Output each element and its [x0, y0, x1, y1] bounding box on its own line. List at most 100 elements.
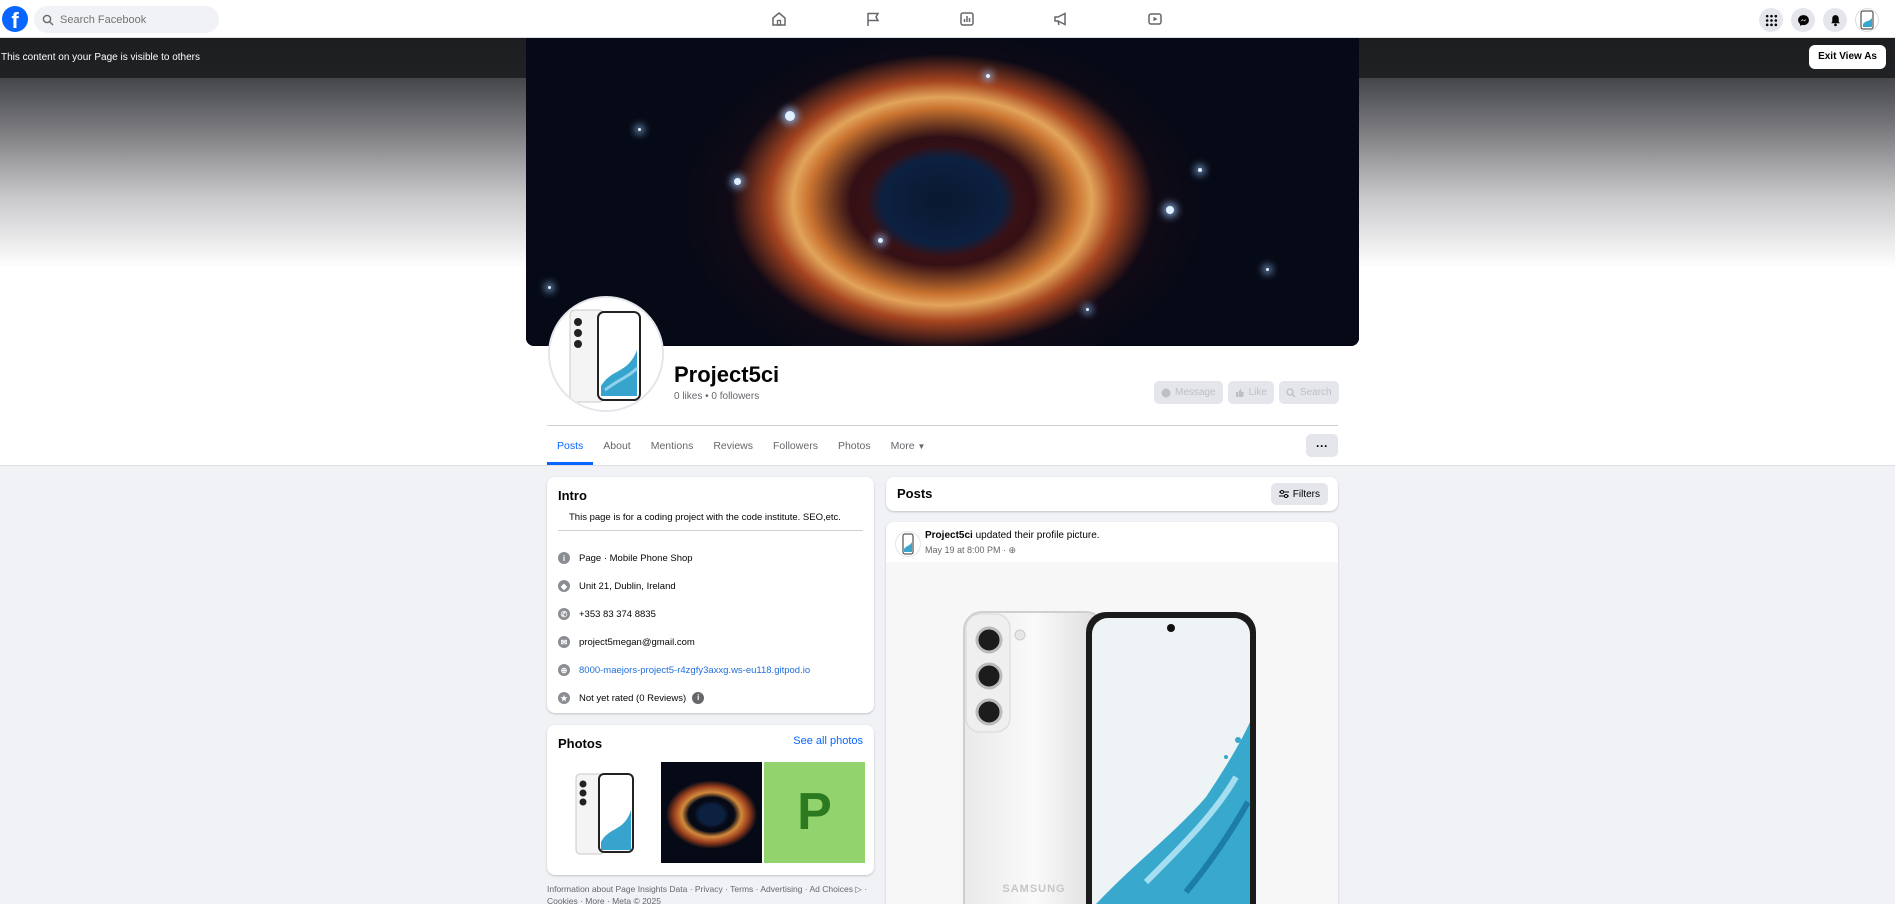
filters-label: Filters	[1292, 488, 1320, 500]
page-title: Project5ci	[674, 362, 780, 387]
nebula-star	[1266, 268, 1269, 271]
post-meta: May 19 at 8:00 PM · ⊕	[925, 545, 1016, 556]
intro-website-row: ⊕ 8000-maejors-project5-r4zgfy3axxg.ws-e…	[558, 664, 810, 676]
bell-icon[interactable]	[1823, 8, 1847, 32]
phone-icon: ✆	[558, 608, 570, 620]
post-author-avatar[interactable]	[895, 531, 921, 557]
tab-reviews[interactable]: Reviews	[703, 431, 763, 465]
intro-card: Intro This page is for a coding project …	[547, 477, 874, 713]
filters-button[interactable]: Filters	[1270, 483, 1328, 505]
search-icon	[42, 14, 54, 25]
star-icon: ★	[558, 692, 570, 704]
page-tabs: Posts About Mentions Reviews Followers P…	[547, 431, 935, 465]
globe-icon: ⊕	[1008, 545, 1017, 555]
search-icon	[1286, 387, 1296, 397]
intro-rating: Not yet rated (0 Reviews)	[579, 692, 687, 704]
search-button-label: Search	[1299, 387, 1332, 398]
nebula-star	[1166, 206, 1174, 214]
view-as-message: This content on your Page is visible to …	[1, 52, 200, 63]
location-icon: ◆	[558, 580, 570, 592]
tab-mentions[interactable]: Mentions	[641, 431, 704, 465]
sliders-icon	[1278, 490, 1289, 498]
phone-product-image	[569, 309, 641, 403]
top-navigation-bar: f	[0, 0, 1895, 38]
search-input[interactable]	[60, 13, 210, 26]
flag-icon[interactable]	[834, 8, 912, 30]
cover-photo[interactable]	[526, 38, 1359, 346]
rating-info-icon[interactable]: i	[692, 692, 705, 704]
nebula-star	[548, 286, 551, 289]
page-stats: 0 likes • 0 followers	[674, 391, 760, 402]
intro-title: Intro	[558, 488, 587, 503]
video-icon[interactable]	[1116, 8, 1194, 30]
search-box[interactable]	[34, 6, 219, 33]
intro-address-row: ◆ Unit 21, Dublin, Ireland	[558, 580, 676, 592]
home-icon[interactable]	[740, 8, 818, 30]
like-button-label: Like	[1248, 387, 1267, 398]
nebula-star	[1086, 308, 1089, 311]
post-timestamp[interactable]: May 19 at 8:00 PM ·	[925, 545, 1009, 555]
tab-more-label: More	[890, 440, 915, 452]
intro-email: project5megan@gmail.com	[579, 636, 695, 648]
nebula-star	[638, 128, 641, 131]
intro-website-link[interactable]: 8000-maejors-project5-r4zgfy3axxg.ws-eu1…	[579, 665, 810, 676]
post-action-text: updated their profile picture.	[975, 530, 1100, 541]
intro-address: Unit 21, Dublin, Ireland	[579, 580, 676, 592]
tab-followers[interactable]: Followers	[763, 431, 828, 465]
intro-phone: +353 83 374 8835	[579, 608, 656, 620]
exit-view-as-button[interactable]: Exit View As	[1809, 45, 1886, 69]
phone-thumbnail-image	[575, 773, 634, 855]
main-nav	[740, 8, 1210, 30]
post-image[interactable]: SAMSUNG	[886, 562, 1338, 904]
photo-thumb-p-logo[interactable]: P	[764, 762, 865, 863]
chart-icon[interactable]	[928, 8, 1006, 30]
more-options-button[interactable]: ···	[1306, 434, 1338, 457]
header-divider	[547, 425, 1338, 426]
photo-thumb-phone[interactable]	[558, 762, 659, 863]
facebook-logo-icon[interactable]: f	[2, 6, 28, 32]
message-button-label: Message	[1175, 387, 1216, 398]
messenger-icon[interactable]	[1791, 8, 1815, 32]
intro-bio: This page is for a coding project with t…	[569, 512, 841, 523]
tab-photos[interactable]: Photos	[828, 431, 881, 465]
info-icon: i	[558, 552, 570, 564]
post-header-text: Project5ci updated their profile picture…	[925, 530, 1100, 541]
samsung-phone-image: SAMSUNG	[963, 611, 1256, 904]
nebula-star	[986, 74, 990, 78]
post-author-name[interactable]: Project5ci	[925, 530, 973, 541]
tab-about[interactable]: About	[593, 431, 640, 465]
megaphone-icon[interactable]	[1022, 8, 1100, 30]
posts-header-card: Posts Filters	[886, 477, 1338, 511]
helix-nebula-image	[526, 38, 1359, 346]
nebula-star	[734, 178, 741, 185]
account-icons	[1751, 8, 1879, 32]
globe-icon: ⊕	[558, 664, 570, 676]
email-icon: ✉	[558, 636, 570, 648]
thumbs-up-icon	[1235, 388, 1244, 397]
nebula-star	[785, 111, 795, 121]
nebula-star	[1198, 168, 1202, 172]
nebula-star	[878, 238, 883, 243]
photos-title: Photos	[558, 736, 603, 751]
intro-category: Page · Mobile Phone Shop	[579, 552, 693, 564]
like-button[interactable]: Like	[1227, 381, 1274, 404]
messenger-icon	[1161, 388, 1171, 397]
menu-grid-icon[interactable]	[1759, 8, 1783, 32]
samsung-brand-text: SAMSUNG	[1002, 883, 1065, 895]
tab-more[interactable]: More ▼	[881, 431, 936, 465]
see-all-photos-link[interactable]: See all photos	[793, 735, 863, 747]
photos-card: Photos See all photos P	[547, 725, 874, 875]
photo-thumb-nebula[interactable]	[661, 762, 762, 863]
page-footer-links[interactable]: Information about Page Insights Data · P…	[547, 883, 877, 904]
tab-posts[interactable]: Posts	[547, 431, 594, 465]
intro-divider	[558, 530, 863, 531]
caret-down-icon: ▼	[917, 442, 926, 451]
profile-avatar[interactable]	[1855, 8, 1879, 32]
intro-email-row: ✉ project5megan@gmail.com	[558, 636, 695, 648]
message-button[interactable]: Message	[1154, 381, 1223, 404]
search-page-button[interactable]: Search	[1278, 381, 1339, 404]
page-action-buttons: Message Like Search	[1149, 381, 1339, 404]
page-profile-picture[interactable]	[548, 296, 664, 412]
intro-phone-row: ✆ +353 83 374 8835	[558, 608, 656, 620]
post-card: Project5ci updated their profile picture…	[886, 522, 1338, 904]
